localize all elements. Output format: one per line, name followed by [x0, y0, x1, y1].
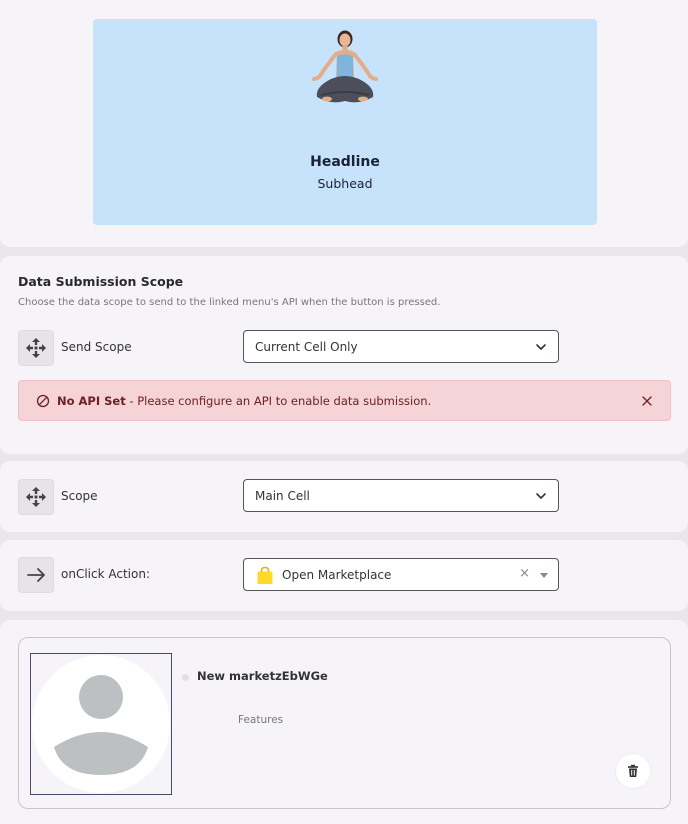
- user-avatar-icon: [32, 655, 170, 793]
- move-arrows-icon: [18, 330, 54, 366]
- scope-value: Main Cell: [255, 489, 310, 503]
- preview-card: Headline Subhead: [0, 0, 688, 247]
- avatar: [30, 653, 172, 795]
- chevron-down-icon: [536, 344, 546, 350]
- onclick-card: onClick Action: Open Marketplace ×: [0, 540, 688, 611]
- status-dot: [182, 674, 189, 681]
- marketplace-name: New marketzEbWGe: [197, 669, 328, 683]
- scope-card: Scope Main Cell: [0, 461, 688, 532]
- ban-icon: [36, 394, 50, 408]
- trash-icon: [628, 764, 638, 777]
- send-scope-label: Send Scope: [61, 340, 132, 354]
- section-title: Data Submission Scope: [18, 274, 184, 289]
- marketplace-card: New marketzEbWGe Features: [0, 620, 688, 824]
- shopping-bag-icon: [257, 566, 273, 584]
- alert-title: No API Set: [57, 394, 126, 408]
- caret-down-icon[interactable]: [540, 573, 548, 578]
- send-scope-value: Current Cell Only: [255, 340, 358, 354]
- hero-banner[interactable]: Headline Subhead: [93, 19, 597, 225]
- close-icon[interactable]: [641, 395, 653, 407]
- arrow-right-icon: [18, 557, 54, 593]
- scope-select[interactable]: Main Cell: [243, 479, 559, 512]
- yoga-figure-image: [312, 30, 378, 103]
- preview-subhead: Subhead: [317, 176, 373, 191]
- marketplace-item[interactable]: New marketzEbWGe Features: [18, 637, 671, 809]
- no-api-alert: No API Set - Please configure an API to …: [18, 380, 671, 421]
- section-description: Choose the data scope to send to the lin…: [18, 297, 441, 308]
- chevron-down-icon: [536, 493, 546, 499]
- move-arrows-icon: [18, 479, 54, 515]
- scope-label: Scope: [61, 489, 98, 503]
- delete-button[interactable]: [616, 754, 650, 788]
- send-scope-select[interactable]: Current Cell Only: [243, 330, 559, 363]
- data-submission-card: Data Submission Scope Choose the data sc…: [0, 256, 688, 454]
- preview-headline: Headline: [310, 154, 380, 170]
- marketplace-features: Features: [238, 714, 284, 726]
- clear-icon[interactable]: ×: [519, 566, 530, 581]
- onclick-action-value: Open Marketplace: [282, 568, 392, 582]
- onclick-label: onClick Action:: [61, 567, 150, 581]
- alert-message: - Please configure an API to enable data…: [125, 394, 432, 408]
- onclick-action-select[interactable]: Open Marketplace ×: [243, 558, 559, 591]
